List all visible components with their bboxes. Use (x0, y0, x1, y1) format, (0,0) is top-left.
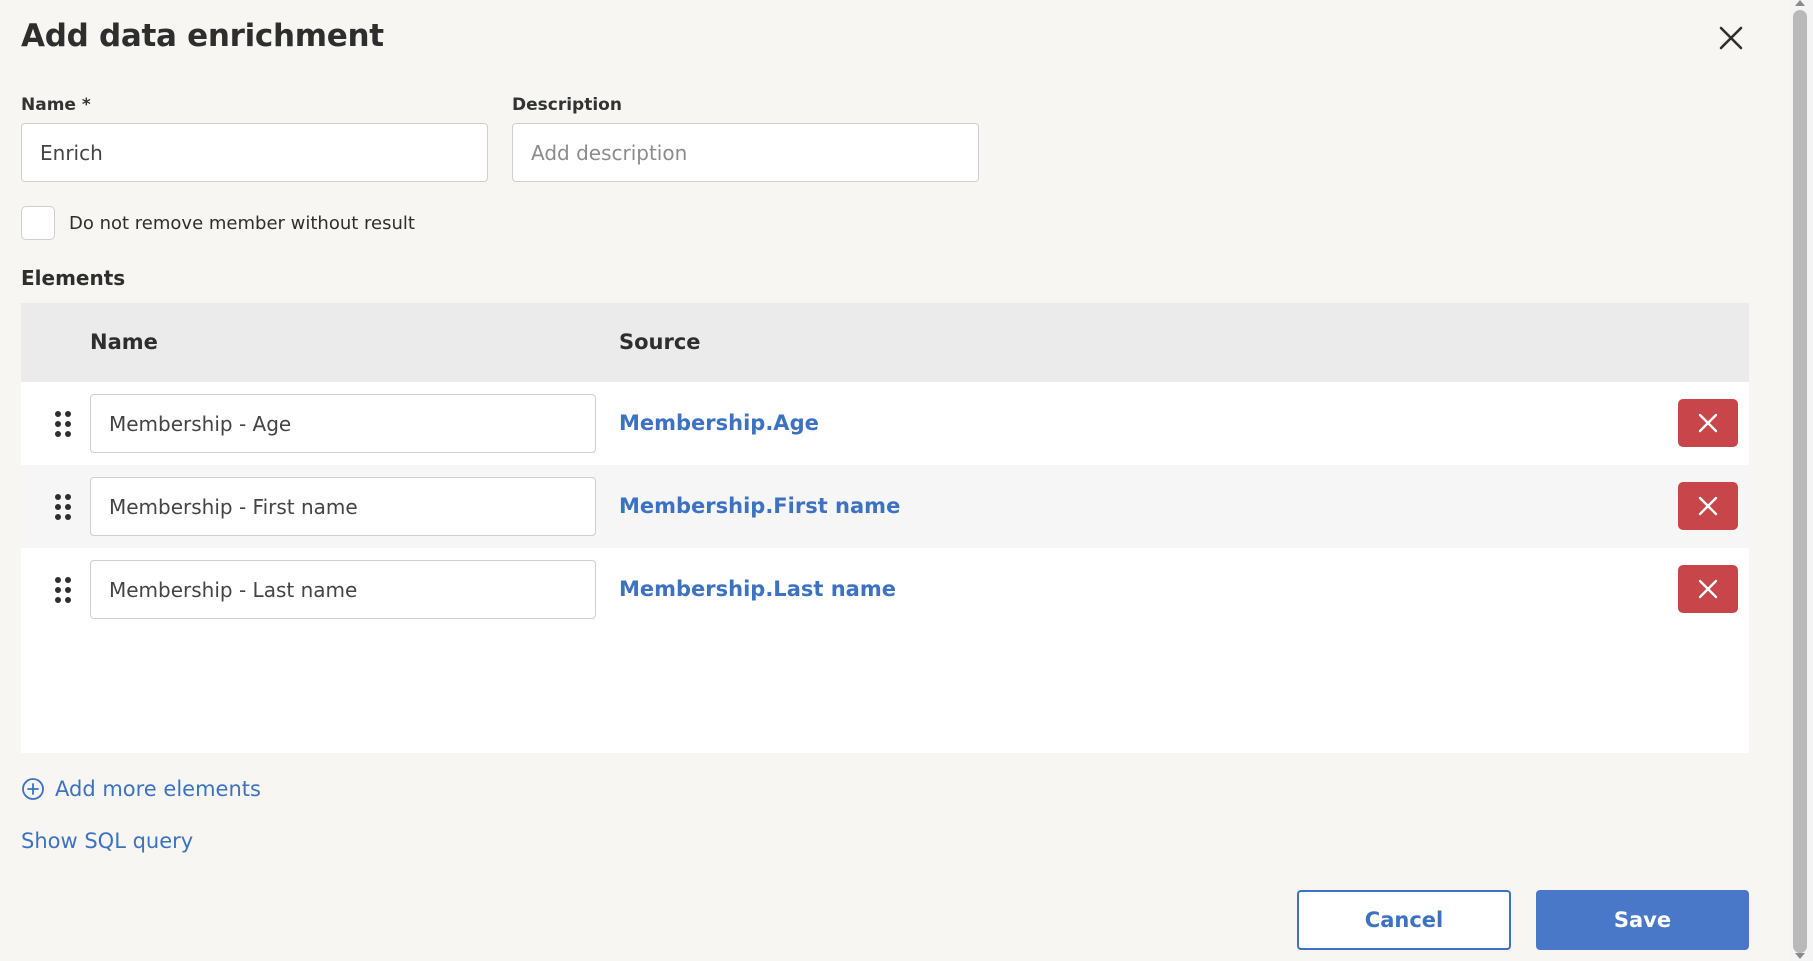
element-name-input[interactable] (90, 560, 596, 619)
table-row: Membership.First name (21, 465, 1749, 548)
table-row: Membership.Last name (21, 548, 1749, 631)
show-sql-query-link[interactable]: Show SQL query (21, 829, 193, 853)
scroll-down-arrow-icon[interactable] (1795, 953, 1805, 959)
add-more-elements-button[interactable]: Add more elements (21, 774, 261, 804)
keep-member-checkbox[interactable] (21, 206, 55, 240)
dialog-title: Add data enrichment (21, 18, 384, 54)
drag-handle-icon[interactable] (54, 410, 72, 438)
cancel-button[interactable]: Cancel (1297, 890, 1511, 950)
element-name-input[interactable] (90, 477, 596, 536)
add-more-elements-label: Add more elements (55, 777, 261, 801)
remove-element-button[interactable] (1678, 399, 1738, 447)
remove-icon (1698, 413, 1718, 433)
description-input[interactable] (512, 123, 979, 182)
column-header-source: Source (619, 330, 701, 354)
drag-handle-icon[interactable] (54, 493, 72, 521)
remove-icon (1698, 579, 1718, 599)
element-name-input[interactable] (90, 394, 596, 453)
keep-member-checkbox-label: Do not remove member without result (69, 213, 415, 234)
element-source-link[interactable]: Membership.Age (619, 411, 819, 435)
scroll-up-arrow-icon[interactable] (1795, 0, 1805, 6)
element-source-link[interactable]: Membership.First name (619, 494, 900, 518)
save-button[interactable]: Save (1536, 890, 1749, 950)
element-source-link[interactable]: Membership.Last name (619, 577, 896, 601)
add-data-enrichment-dialog: Add data enrichment Name * Description D… (0, 0, 1790, 961)
table-row: Membership.Age (21, 382, 1749, 465)
drag-handle-icon[interactable] (54, 576, 72, 604)
name-label: Name * (21, 95, 91, 115)
scrollbar-thumb[interactable] (1793, 10, 1807, 953)
elements-table: Name Source Membership.Age (21, 303, 1749, 753)
name-input[interactable] (21, 123, 488, 182)
description-label: Description (512, 95, 622, 115)
remove-element-button[interactable] (1678, 482, 1738, 530)
close-icon (1719, 26, 1743, 50)
remove-icon (1698, 496, 1718, 516)
column-header-name: Name (90, 330, 158, 354)
plus-circle-icon (22, 778, 44, 800)
close-button[interactable] (1713, 20, 1749, 56)
remove-element-button[interactable] (1678, 565, 1738, 613)
elements-table-header: Name Source (21, 303, 1749, 382)
elements-section-title: Elements (21, 266, 126, 290)
